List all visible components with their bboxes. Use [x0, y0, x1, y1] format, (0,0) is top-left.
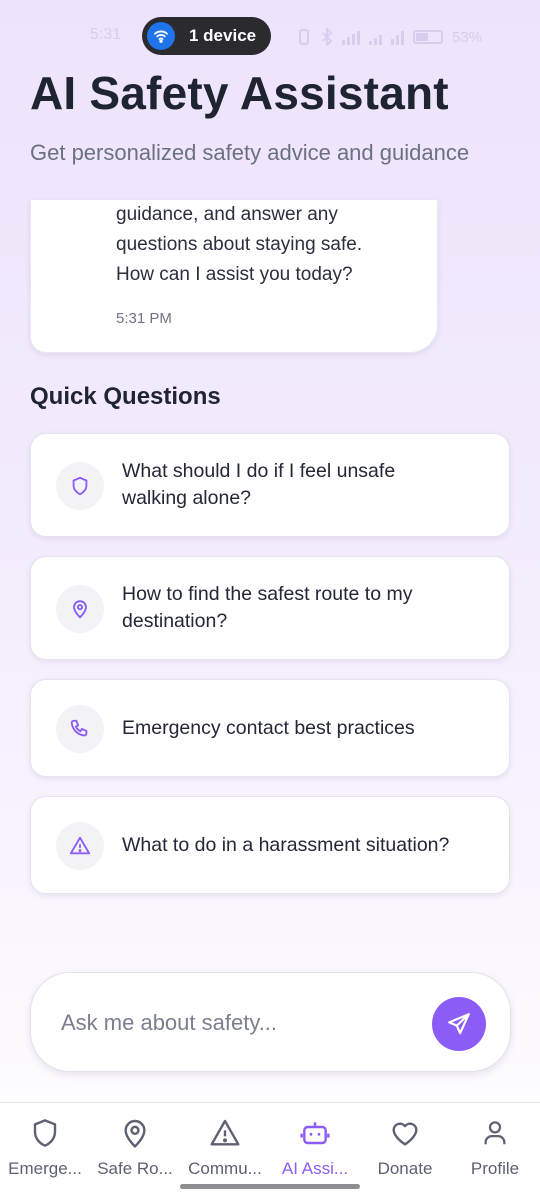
nav-item-profile[interactable]: Profile [450, 1103, 540, 1200]
nav-label: Profile [470, 1159, 520, 1178]
signal-icon-2 [369, 29, 382, 45]
quick-question-line: What to do in a harassment situation? [122, 834, 450, 856]
quick-question-line: walking alone? [122, 487, 252, 509]
robot-icon [297, 1115, 333, 1151]
battery-icon [413, 30, 443, 44]
phone-icon [56, 705, 104, 753]
home-indicator[interactable] [180, 1184, 360, 1189]
quick-question-text: How to find the safest route to my desti… [122, 581, 492, 635]
status-icons: 53% [296, 27, 482, 47]
quick-question-harassment[interactable]: What to do in a harassment situation? [30, 796, 510, 894]
nav-label: Emerge... [8, 1159, 82, 1178]
nav-item-emergency[interactable]: Emerge... [0, 1103, 90, 1200]
nav-label: Donate [377, 1159, 433, 1178]
battery-percent: 53% [452, 28, 483, 46]
quick-question-safest-route[interactable]: How to find the safest route to my desti… [30, 556, 510, 660]
quick-question-text: What should I do if I feel unsafe walkin… [122, 458, 492, 512]
bluetooth-icon [322, 28, 333, 46]
nav-label: Commu... [188, 1159, 262, 1178]
device-pill-label: 1 device [189, 26, 257, 45]
message-line: questions about staying safe. [116, 234, 363, 255]
wifi-icon [391, 29, 404, 45]
nav-item-donate[interactable]: Donate [360, 1103, 450, 1200]
message-timestamp: 5:31 PM [116, 310, 172, 327]
nav-label: Safe Ro... [97, 1159, 173, 1178]
quick-questions-title: Quick Questions [30, 383, 221, 410]
status-bar: 5:31 1 device 53% [0, 0, 540, 70]
quick-question-line: Emergency contact best practices [122, 717, 415, 739]
quick-question-unsafe-walking[interactable]: What should I do if I feel unsafe walkin… [30, 433, 510, 537]
quick-question-text: What to do in a harassment situation? [122, 832, 492, 859]
heart-icon [387, 1115, 423, 1151]
quick-question-emergency-contact[interactable]: Emergency contact best practices [30, 679, 510, 777]
nav-label: AI Assi... [281, 1159, 349, 1178]
device-pill[interactable]: 1 device [142, 17, 271, 55]
ask-box [30, 972, 511, 1072]
wifi-hotspot-icon [147, 22, 175, 50]
ask-input[interactable] [61, 1003, 421, 1043]
shield-icon [56, 462, 104, 510]
page-subtitle: Get personalized safety advice and guida… [30, 140, 470, 165]
message-line: guidance, and answer any [116, 204, 338, 225]
warning-icon [56, 822, 104, 870]
nav-item-safe-routes[interactable]: Safe Ro... [90, 1103, 180, 1200]
status-time: 5:31 [90, 26, 122, 43]
quick-question-line: How to find the safest route to my [122, 583, 413, 605]
send-button[interactable] [432, 997, 486, 1051]
shield-icon [27, 1115, 63, 1151]
assistant-message-text: guidance, and answer any questions about… [116, 200, 416, 290]
quick-question-text: Emergency contact best practices [122, 715, 492, 742]
signal-icon [342, 29, 360, 45]
message-line: How can I assist you today? [116, 264, 353, 285]
assistant-message-bubble: guidance, and answer any questions about… [30, 200, 438, 353]
send-icon [448, 1013, 470, 1035]
user-icon [477, 1115, 513, 1151]
quick-question-line: What should I do if I feel unsafe [122, 460, 396, 482]
location-pin-icon [56, 585, 104, 633]
page-title: AI Safety Assistant [30, 67, 449, 119]
location-pin-icon [117, 1115, 153, 1151]
quick-question-line: destination? [122, 610, 228, 632]
warning-icon [207, 1115, 243, 1151]
vibrate-icon [299, 29, 309, 45]
